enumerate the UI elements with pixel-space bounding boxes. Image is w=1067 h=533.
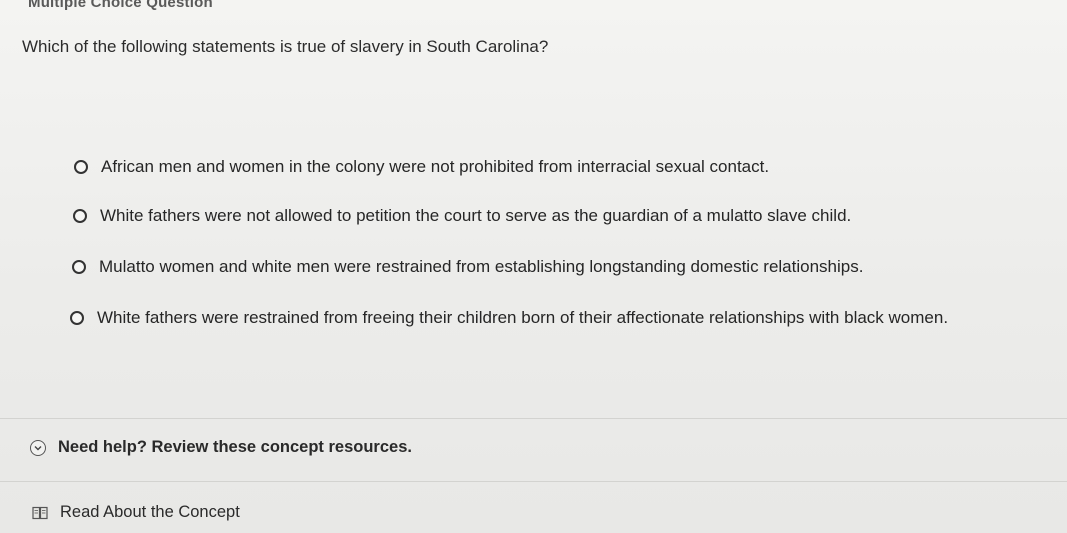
- answer-option-label[interactable]: African men and women in the colony were…: [101, 157, 769, 177]
- radio-button[interactable]: [73, 209, 87, 223]
- concept-resources-toggle[interactable]: Need help? Review these concept resource…: [30, 438, 412, 457]
- book-icon: [32, 506, 48, 520]
- answer-option-4[interactable]: White fathers were restrained from freei…: [70, 308, 948, 328]
- radio-button[interactable]: [70, 311, 84, 325]
- concept-resources-label[interactable]: Need help? Review these concept resource…: [58, 438, 412, 457]
- resource-link-label[interactable]: Read About the Concept: [60, 503, 240, 522]
- read-about-concept-link[interactable]: Read About the Concept: [32, 503, 240, 522]
- divider: [0, 481, 1067, 482]
- chevron-down-icon[interactable]: [30, 439, 46, 456]
- radio-button[interactable]: [72, 260, 86, 274]
- question-type-header: Multiple Choice Question: [28, 0, 213, 11]
- question-text: Which of the following statements is tru…: [22, 37, 549, 56]
- answer-option-label[interactable]: White fathers were not allowed to petiti…: [100, 206, 851, 226]
- question-page: Multiple Choice Question Which of the fo…: [0, 0, 1067, 533]
- answer-option-label[interactable]: White fathers were restrained from freei…: [97, 308, 948, 328]
- answer-option-3[interactable]: Mulatto women and white men were restrai…: [72, 257, 863, 277]
- radio-button[interactable]: [74, 160, 88, 174]
- divider: [0, 418, 1067, 419]
- answer-option-label[interactable]: Mulatto women and white men were restrai…: [99, 257, 863, 277]
- answer-option-2[interactable]: White fathers were not allowed to petiti…: [73, 206, 851, 226]
- answer-option-1[interactable]: African men and women in the colony were…: [74, 157, 769, 177]
